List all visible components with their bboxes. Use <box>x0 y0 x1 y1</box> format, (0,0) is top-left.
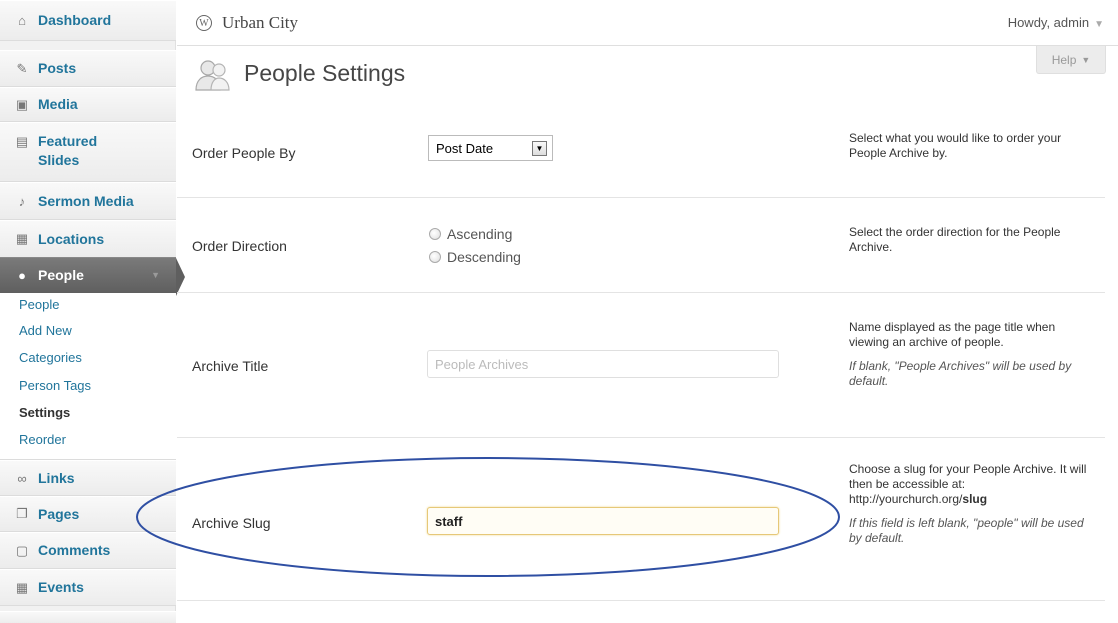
chevron-down-icon: ▼ <box>1081 54 1091 65</box>
people-submenu: People Add New Categories Person Tags Se… <box>0 293 176 460</box>
order-direction-label: Order Direction <box>192 238 287 254</box>
radio-button[interactable] <box>429 251 441 263</box>
archive-slug-input[interactable] <box>427 507 779 535</box>
settings-row-order-by: Order People By Post Date ▼ Select what … <box>177 108 1105 198</box>
admin-sidebar: ⌂ Dashboard ✎ Posts ▣ Media ▤ Featured S… <box>0 0 185 623</box>
wordpress-logo-icon: W <box>196 15 212 31</box>
admin-header: W Urban City Howdy, admin ▼ <box>177 0 1118 46</box>
archive-title-description: Name displayed as the page title when vi… <box>849 320 1072 388</box>
radio-button[interactable] <box>429 228 441 240</box>
dropdown-arrow-icon[interactable]: ▼ <box>532 141 547 156</box>
person-icon: ● <box>18 268 26 283</box>
sidebar-item-featured-slides[interactable]: ▤ Featured Slides <box>0 122 176 182</box>
sidebar-item-pages[interactable]: ❐ Pages <box>0 496 176 532</box>
archive-title-label: Archive Title <box>192 358 269 374</box>
people-icon <box>195 60 230 91</box>
map-icon: ▦ <box>15 231 29 246</box>
submenu-item-people[interactable]: People <box>0 293 176 317</box>
settings-row-archive-slug: Archive Slug Choose a slug for your Peop… <box>177 438 1105 601</box>
comment-icon: ▢ <box>15 542 29 558</box>
sidebar-item-links[interactable]: ∞ Links <box>0 460 176 496</box>
settings-row-archive-title: Archive Title Name displayed as the page… <box>177 293 1105 438</box>
submenu-item-reorder[interactable]: Reorder <box>0 426 176 453</box>
home-icon: ⌂ <box>18 13 26 28</box>
settings-row-order-direction: Order Direction Ascending Descending Sel… <box>177 198 1105 293</box>
order-by-label: Order People By <box>192 145 296 161</box>
radio-descending[interactable]: Descending <box>429 249 521 265</box>
sidebar-item-dashboard[interactable]: ⌂ Dashboard <box>0 0 176 41</box>
calendar-icon: ▦ <box>15 579 29 595</box>
sidebar-item-posts[interactable]: ✎ Posts <box>0 50 176 87</box>
help-tab[interactable]: Help ▼ <box>1036 46 1106 74</box>
media-icon: ▣ <box>15 96 29 112</box>
archive-slug-label: Archive Slug <box>192 515 271 531</box>
order-by-description: Select what you would like to order your… <box>849 131 1062 160</box>
microphone-icon: ♪ <box>18 193 26 209</box>
sidebar-item-locations[interactable]: ▦ Locations <box>0 220 176 258</box>
sidebar-item-people[interactable]: ● People ▼ <box>0 257 185 296</box>
archive-title-input[interactable] <box>427 350 779 378</box>
site-title[interactable]: W Urban City <box>196 13 298 33</box>
sidebar-item-next[interactable] <box>0 611 176 623</box>
user-menu[interactable]: Howdy, admin ▼ <box>1008 15 1104 30</box>
sidebar-item-sermon-media[interactable]: ♪ Sermon Media <box>0 182 176 220</box>
page-title: People Settings <box>244 60 406 86</box>
archive-slug-description: Choose a slug for your People Archive. I… <box>849 462 1087 545</box>
pages-icon: ❐ <box>16 506 28 521</box>
chevron-down-icon: ▼ <box>151 270 160 280</box>
sidebar-item-media[interactable]: ▣ Media <box>0 87 176 122</box>
radio-ascending[interactable]: Ascending <box>429 226 512 242</box>
submenu-item-settings[interactable]: Settings <box>0 399 176 426</box>
submenu-item-categories[interactable]: Categories <box>0 344 176 371</box>
pin-icon: ✎ <box>16 60 28 76</box>
sidebar-item-events[interactable]: ▦ Events <box>0 569 176 606</box>
slides-icon: ▤ <box>15 134 29 149</box>
submenu-item-add-new[interactable]: Add New <box>0 317 176 344</box>
chevron-down-icon: ▼ <box>1094 19 1104 30</box>
order-direction-description: Select the order direction for the Peopl… <box>849 225 1061 254</box>
order-by-select[interactable]: Post Date ▼ <box>428 135 553 161</box>
link-icon: ∞ <box>17 470 27 486</box>
sidebar-item-comments[interactable]: ▢ Comments <box>0 532 176 569</box>
submenu-item-person-tags[interactable]: Person Tags <box>0 372 176 399</box>
